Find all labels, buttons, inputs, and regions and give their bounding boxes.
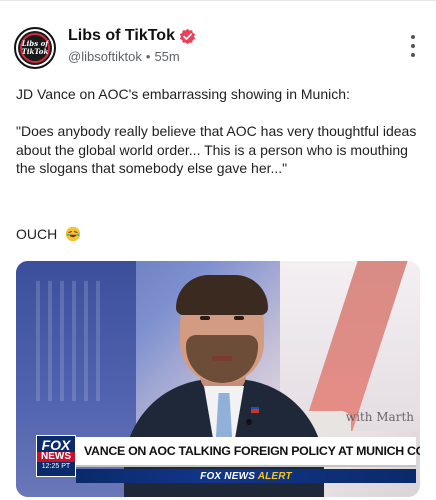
broadcast-time: 12:25 PT — [41, 462, 71, 471]
post-text-quote: "Does anybody really believe that AOC ha… — [16, 123, 417, 176]
verified-badge-icon — [179, 28, 196, 44]
author-display-name[interactable]: Libs of TikTok — [68, 27, 175, 45]
avatar-text-line2: TikTok — [21, 47, 49, 56]
avatar-logo: Libs of TikTok — [18, 31, 52, 65]
post-timestamp[interactable]: 55m — [154, 49, 179, 64]
lapel-mic-icon — [246, 419, 252, 425]
more-options-icon[interactable] — [410, 35, 416, 57]
chyron-headline: VANCE ON AOC TALKING FOREIGN POLICY AT M… — [84, 444, 420, 458]
fox-news-logo-icon: FOX NEWS 12:25 PT — [36, 435, 76, 477]
alert-word: ALERT — [257, 470, 292, 482]
post-text-closing-line: OUCH — [16, 225, 420, 244]
post-card[interactable]: Libs of TikTok Libs of TikTok @libsoftik… — [0, 0, 436, 500]
meta-separator: • — [145, 49, 151, 64]
flag-pin-icon — [251, 407, 259, 413]
post-text-intro: JD Vance on AOC's embarrassing showing i… — [16, 86, 350, 102]
author-meta-row: @libsoftiktok • 55m — [68, 49, 180, 64]
rofl-emoji-icon — [65, 226, 81, 242]
news-chyron: VANCE ON AOC TALKING FOREIGN POLICY AT M… — [36, 437, 420, 467]
avatar[interactable]: Libs of TikTok — [14, 27, 56, 69]
post-text-closing: OUCH — [16, 226, 58, 242]
post-media-image[interactable]: with Marth VANCE ON AOC TALKING FOREIGN … — [16, 261, 420, 497]
show-watermark: with Marth — [345, 410, 414, 424]
alert-prefix: FOX NEWS — [200, 470, 256, 482]
author-handle[interactable]: @libsoftiktok — [68, 49, 142, 64]
news-alert-bar: FOX NEWS ALERT — [76, 469, 416, 483]
author-name-row[interactable]: Libs of TikTok — [68, 27, 196, 45]
